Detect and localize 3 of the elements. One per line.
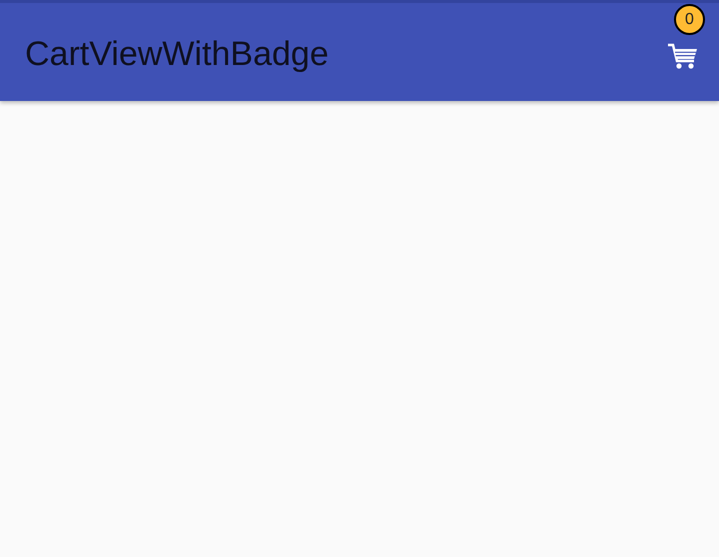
app-title: CartViewWithBadge [25,34,330,74]
cart-count-badge: 0 [674,4,705,35]
cart-icon[interactable] [667,42,699,70]
